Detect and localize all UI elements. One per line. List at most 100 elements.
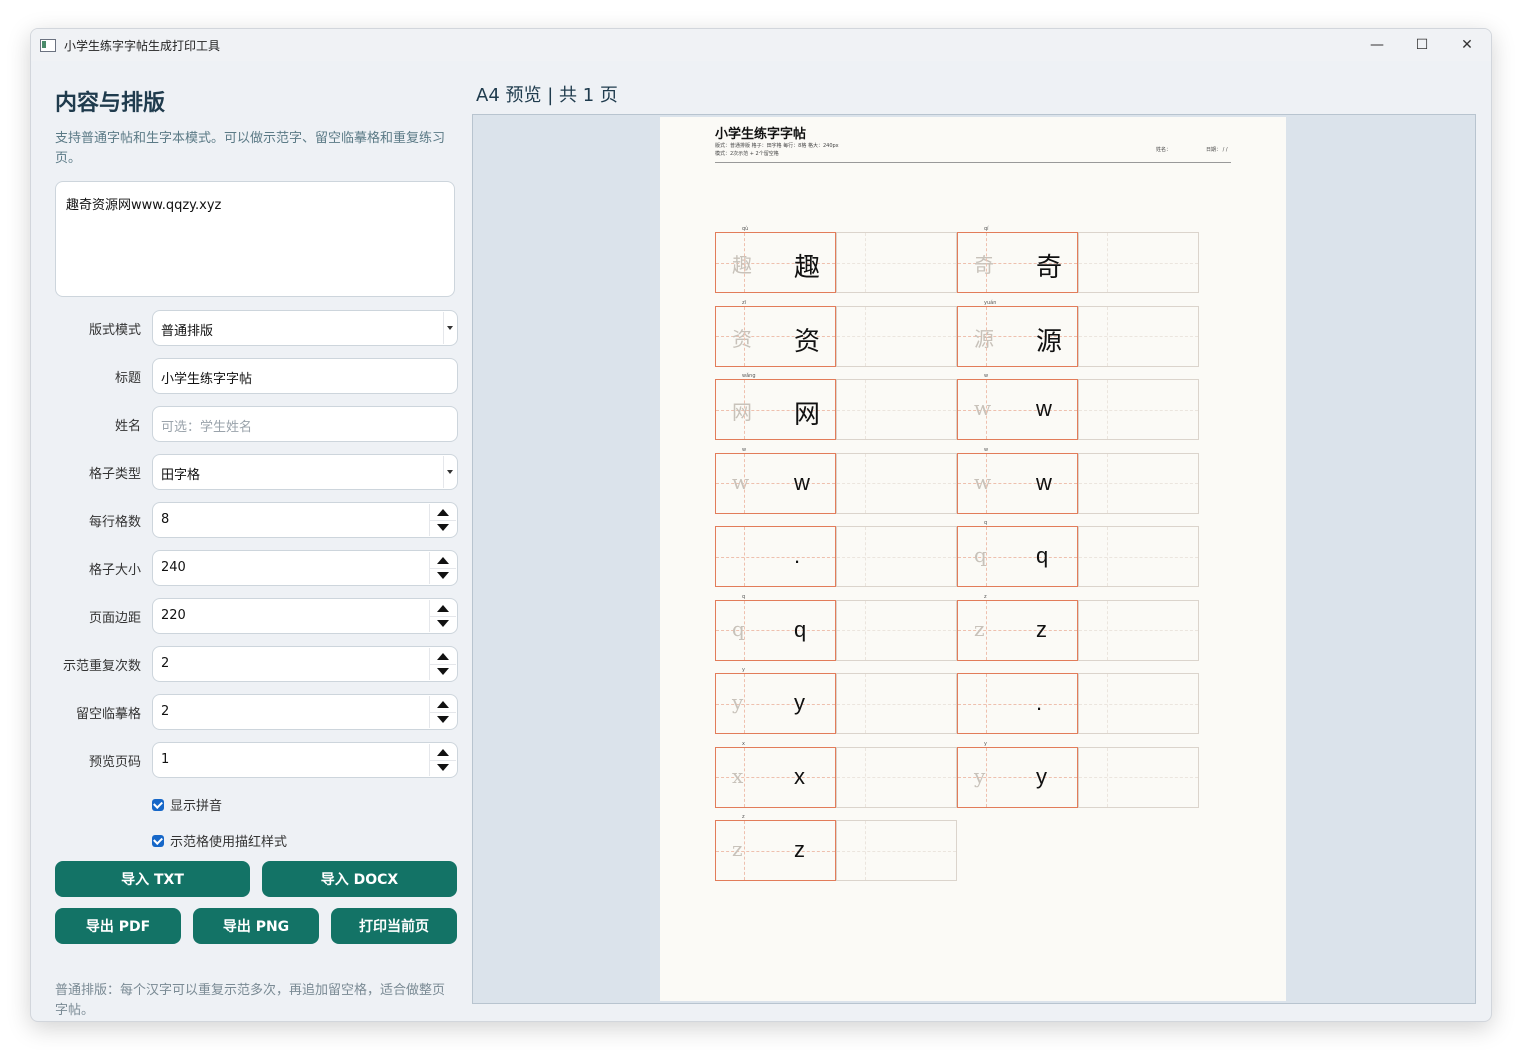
demo-character: q xyxy=(794,616,807,642)
title-row: 标题 小学生练字字帖 xyxy=(55,358,459,394)
title-bar: 小学生练字字帖生成打印工具 — ☐ ✕ xyxy=(31,29,1491,61)
blank-cells-value: 2 xyxy=(161,704,170,719)
demo-cell: q q q xyxy=(715,594,836,661)
spin-up-icon[interactable] xyxy=(430,744,456,761)
practice-row: y y y xyxy=(715,667,957,734)
blank-practice-cell xyxy=(836,673,957,734)
blank-practice-cell xyxy=(1078,305,1199,367)
pinyin-label: q xyxy=(742,593,746,600)
blank-cells-spinbox[interactable]: 2 xyxy=(152,694,458,730)
name-row: 姓名 可选：学生姓名 xyxy=(55,406,459,442)
import-txt-button[interactable]: 导入 TXT xyxy=(55,861,250,897)
demo-character: z xyxy=(794,837,805,862)
trace-character: 趣 xyxy=(732,253,752,277)
print-page-button[interactable]: 打印当前页 xyxy=(331,908,457,944)
export-pdf-button[interactable]: 导出 PDF xyxy=(55,908,181,944)
trace-character: 奇 xyxy=(974,253,994,277)
pinyin-label: w xyxy=(984,446,989,453)
demo-cell: zī 资 资 xyxy=(715,300,836,367)
spin-down-icon[interactable] xyxy=(430,664,456,680)
demo-repeat-spinbox[interactable]: 2 xyxy=(152,646,458,682)
margin-label: 页面边距 xyxy=(88,611,141,626)
export-png-button[interactable]: 导出 PNG xyxy=(193,908,319,944)
demo-cell: y y y xyxy=(957,741,1078,808)
demo-cell: x x x xyxy=(715,741,836,808)
maximize-button[interactable]: ☐ xyxy=(1399,29,1445,61)
grid-type-row: 格子类型 田字格 xyxy=(55,454,459,490)
blank-practice-cell xyxy=(1078,452,1199,514)
pinyin-label: y xyxy=(742,667,745,673)
cell-size-value: 240 xyxy=(161,560,186,575)
trace-character: 网 xyxy=(732,400,752,424)
margin-spinbox[interactable]: 220 xyxy=(152,598,458,634)
spin-down-icon[interactable] xyxy=(430,568,456,584)
chevron-down-icon[interactable] xyxy=(443,312,456,344)
spin-down-icon[interactable] xyxy=(430,616,456,632)
practice-row: qù 趣 趣 xyxy=(715,226,957,293)
checkbox-checked-icon[interactable] xyxy=(152,798,164,811)
demo-cell: . xyxy=(715,526,836,587)
blank-practice-cell xyxy=(836,305,957,367)
spin-up-icon[interactable] xyxy=(430,600,456,617)
trace-character: w xyxy=(732,469,750,494)
practice-row: wǎng 网 网 xyxy=(715,373,957,440)
per-row-label: 每行格数 xyxy=(88,515,141,530)
practice-row: z z z xyxy=(715,814,957,881)
red-trace-checkbox[interactable]: 示范格使用描红样式 xyxy=(152,831,287,850)
checkbox-checked-icon[interactable] xyxy=(152,834,164,847)
preview-page-row: 预览页码 1 xyxy=(55,742,459,778)
spin-up-icon[interactable] xyxy=(430,696,456,713)
preview-page-spinbox[interactable]: 1 xyxy=(152,742,458,778)
spin-down-icon[interactable] xyxy=(430,712,456,728)
chevron-down-icon[interactable] xyxy=(443,456,456,488)
trace-character: z xyxy=(732,837,743,861)
blank-practice-cell xyxy=(836,820,957,881)
preview-page-label: 预览页码 xyxy=(88,755,141,770)
show-pinyin-checkbox[interactable]: 显示拼音 xyxy=(152,795,222,814)
settings-panel: 内容与排版 支持普通字帖和生字本模式。可以做示范字、留空临摹格和重复练习页。 趣… xyxy=(55,85,459,1018)
demo-character: y xyxy=(1036,763,1047,789)
trace-character: w xyxy=(974,396,992,420)
practice-row: z z z xyxy=(957,594,1199,661)
practice-row: w w w xyxy=(957,447,1199,514)
trace-character: z xyxy=(974,616,985,641)
app-window: 小学生练字字帖生成打印工具 — ☐ ✕ 内容与排版 支持普通字帖和生字本模式。可… xyxy=(30,28,1492,1022)
paper-header-rule xyxy=(715,162,1231,163)
practice-row: q q q xyxy=(957,520,1199,587)
minimize-button[interactable]: — xyxy=(1354,29,1400,61)
spin-down-icon[interactable] xyxy=(430,760,456,776)
blank-practice-cell xyxy=(1078,379,1199,440)
content-textarea[interactable]: 趣奇资源网www.qqzy.xyz xyxy=(55,181,455,297)
per-row-spinbox[interactable]: 8 xyxy=(152,502,458,538)
spin-up-icon[interactable] xyxy=(430,648,456,665)
preview-area[interactable]: 小学生练字字帖 版式：普通排版 格子：田字格 每行：8格 格大：240px 模式… xyxy=(472,114,1476,1004)
practice-row: . xyxy=(957,673,1199,734)
mode-note: 普通排版：每个汉字可以重复示范多次，再追加留空格，适合做整页字帖。 xyxy=(55,983,446,1018)
name-input[interactable]: 可选：学生姓名 xyxy=(152,406,458,442)
paper-name-field: 姓名： xyxy=(1156,147,1172,153)
preview-label: A4 预览 | 共 1 页 xyxy=(476,85,618,106)
pinyin-label: z xyxy=(742,814,745,820)
blank-practice-cell xyxy=(836,746,957,808)
close-button[interactable]: ✕ xyxy=(1444,29,1490,61)
import-docx-button[interactable]: 导入 DOCX xyxy=(262,861,457,897)
grid-type-select[interactable]: 田字格 xyxy=(152,454,458,490)
demo-cell: q q q xyxy=(957,520,1078,587)
panel-description: 支持普通字帖和生字本模式。可以做示范字、留空临摹格和重复练习页。 xyxy=(55,131,446,166)
spin-up-icon[interactable] xyxy=(430,552,456,569)
demo-cell: y y y xyxy=(715,667,836,734)
trace-character: q xyxy=(732,616,745,641)
title-input[interactable]: 小学生练字字帖 xyxy=(152,358,458,394)
demo-cell: w w w xyxy=(715,447,836,514)
paper-meta-line1: 版式：普通排版 格子：田字格 每行：8格 格大：240px xyxy=(715,143,839,149)
layout-mode-row: 版式模式 普通排版 xyxy=(55,310,459,346)
demo-character: w xyxy=(1036,396,1052,421)
cell-size-spinbox[interactable]: 240 xyxy=(152,550,458,586)
demo-character: 源 xyxy=(1036,326,1063,357)
blank-practice-cell xyxy=(836,452,957,514)
spin-down-icon[interactable] xyxy=(430,520,456,536)
panel-heading: 内容与排版 xyxy=(55,91,166,116)
layout-mode-select[interactable]: 普通排版 xyxy=(152,310,458,346)
blank-cells-row: 留空临摹格 2 xyxy=(55,694,459,730)
spin-up-icon[interactable] xyxy=(430,504,456,521)
